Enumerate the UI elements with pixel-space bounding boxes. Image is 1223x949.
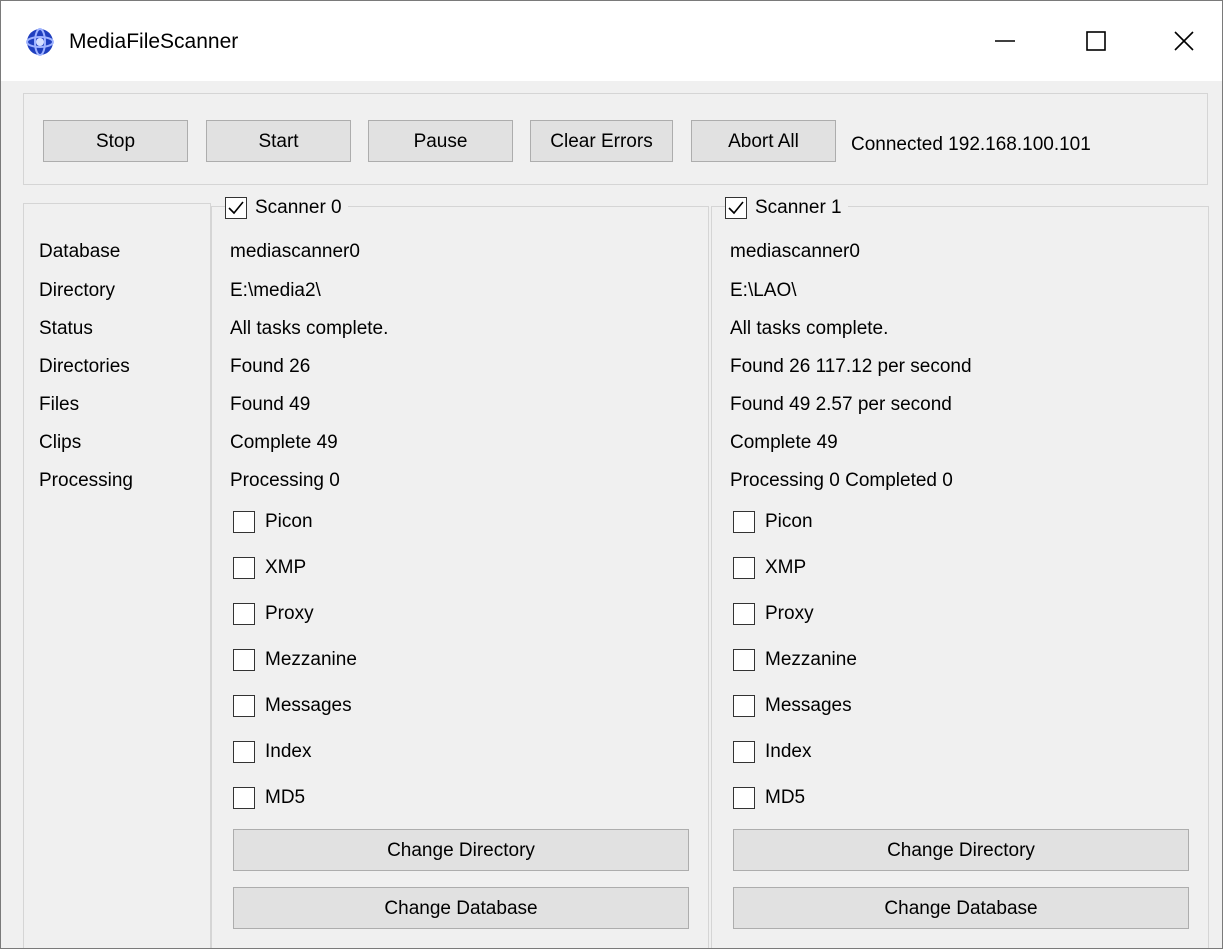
app-globe-icon (26, 28, 54, 56)
scanner-0-directories: Found 26 (230, 356, 311, 377)
scanner-1-option-md5[interactable]: MD5 (733, 785, 805, 811)
option-label: Mezzanine (265, 649, 357, 670)
scanner-1-status: All tasks complete. (730, 318, 889, 339)
scanner-0-option-proxy[interactable]: Proxy (233, 601, 314, 627)
scanner-1-processing: Processing 0 Completed 0 (730, 470, 953, 491)
scanner-1-option-xmp[interactable]: XMP (733, 555, 806, 581)
scanner-1-change-directory-button[interactable]: Change Directory (733, 829, 1189, 871)
proxy-checkbox[interactable] (233, 603, 255, 625)
row-label-clips: Clips (39, 432, 82, 453)
minimize-button[interactable] (965, 1, 1045, 81)
start-button[interactable]: Start (206, 120, 351, 162)
row-label-processing: Processing (39, 470, 133, 491)
maximize-icon (1086, 31, 1106, 51)
minimize-icon (995, 40, 1015, 42)
messages-checkbox[interactable] (733, 695, 755, 717)
option-label: Proxy (765, 603, 814, 624)
close-icon (1174, 31, 1194, 51)
app-window: MediaFileScanner Stop Start Pause Clear … (0, 0, 1223, 949)
option-label: XMP (765, 557, 807, 578)
scanner-1-directory: E:\LAO\ (730, 280, 797, 301)
close-button[interactable] (1144, 1, 1222, 81)
scanner-0-option-index[interactable]: Index (233, 739, 311, 765)
scanner-0-clips: Complete 49 (230, 432, 338, 453)
option-label: Messages (765, 695, 852, 716)
labels-group (23, 203, 211, 948)
option-label: Picon (765, 511, 813, 532)
mezzanine-checkbox[interactable] (733, 649, 755, 671)
scanner-1-enable-checkbox[interactable] (725, 197, 747, 219)
scanner-0-database: mediascanner0 (230, 241, 360, 262)
stop-button[interactable]: Stop (43, 120, 188, 162)
picon-checkbox[interactable] (233, 511, 255, 533)
scanner-1-option-picon[interactable]: Picon (733, 509, 813, 535)
row-label-status: Status (39, 318, 93, 339)
option-label: Picon (265, 511, 313, 532)
option-label: XMP (265, 557, 307, 578)
window-title: MediaFileScanner (69, 30, 239, 53)
checkmark-icon (728, 201, 744, 215)
option-label: Index (765, 741, 812, 762)
scanner-0-directory: E:\media2\ (230, 280, 321, 301)
scanner-1-change-database-button[interactable]: Change Database (733, 887, 1189, 929)
scanner-0-option-mezzanine[interactable]: Mezzanine (233, 647, 357, 673)
scanner-1-files: Found 49 2.57 per second (730, 394, 952, 415)
title-bar[interactable]: MediaFileScanner (1, 1, 1222, 81)
mezzanine-checkbox[interactable] (233, 649, 255, 671)
scanner-0-change-database-button[interactable]: Change Database (233, 887, 689, 929)
option-label: MD5 (265, 787, 306, 808)
xmp-checkbox[interactable] (733, 557, 755, 579)
scanner-1-option-proxy[interactable]: Proxy (733, 601, 814, 627)
row-label-directory: Directory (39, 280, 116, 301)
scanner-0-option-md5[interactable]: MD5 (233, 785, 305, 811)
scanner-1-name: Scanner 1 (755, 197, 842, 218)
pause-button[interactable]: Pause (368, 120, 513, 162)
row-label-directories: Directories (39, 356, 130, 377)
option-label: Index (265, 741, 312, 762)
index-checkbox[interactable] (233, 741, 255, 763)
scanner-0-option-xmp[interactable]: XMP (233, 555, 306, 581)
scanner-0-files: Found 49 (230, 394, 311, 415)
row-label-database: Database (39, 241, 121, 262)
scanner-0-option-messages[interactable]: Messages (233, 693, 352, 719)
option-label: Mezzanine (765, 649, 857, 670)
messages-checkbox[interactable] (233, 695, 255, 717)
scanner-1-option-messages[interactable]: Messages (733, 693, 852, 719)
scanner-1-directories: Found 26 117.12 per second (730, 356, 972, 377)
scanner-1-clips: Complete 49 (730, 432, 838, 453)
row-label-files: Files (39, 394, 80, 415)
index-checkbox[interactable] (733, 741, 755, 763)
scanner-0-name: Scanner 0 (255, 197, 342, 218)
scanner-0-status: All tasks complete. (230, 318, 389, 339)
scanner-0-enable-checkbox[interactable] (225, 197, 247, 219)
connection-status: Connected 192.168.100.101 (851, 134, 1091, 155)
scanner-0-option-picon[interactable]: Picon (233, 509, 313, 535)
scanner-1-option-mezzanine[interactable]: Mezzanine (733, 647, 857, 673)
clear-errors-button[interactable]: Clear Errors (530, 120, 673, 162)
scanner-1-option-index[interactable]: Index (733, 739, 811, 765)
md5-checkbox[interactable] (733, 787, 755, 809)
md5-checkbox[interactable] (233, 787, 255, 809)
scanner-0-change-directory-button[interactable]: Change Directory (233, 829, 689, 871)
scanner-1-enable[interactable]: Scanner 1 (725, 194, 848, 222)
checkmark-icon (228, 201, 244, 215)
option-label: Messages (265, 695, 352, 716)
scanner-0-processing: Processing 0 (230, 470, 340, 491)
abort-all-button[interactable]: Abort All (691, 120, 836, 162)
scanner-0-enable[interactable]: Scanner 0 (225, 194, 348, 222)
option-label: Proxy (265, 603, 314, 624)
proxy-checkbox[interactable] (733, 603, 755, 625)
picon-checkbox[interactable] (733, 511, 755, 533)
scanner-1-database: mediascanner0 (730, 241, 860, 262)
maximize-button[interactable] (1056, 1, 1136, 81)
xmp-checkbox[interactable] (233, 557, 255, 579)
option-label: MD5 (765, 787, 806, 808)
